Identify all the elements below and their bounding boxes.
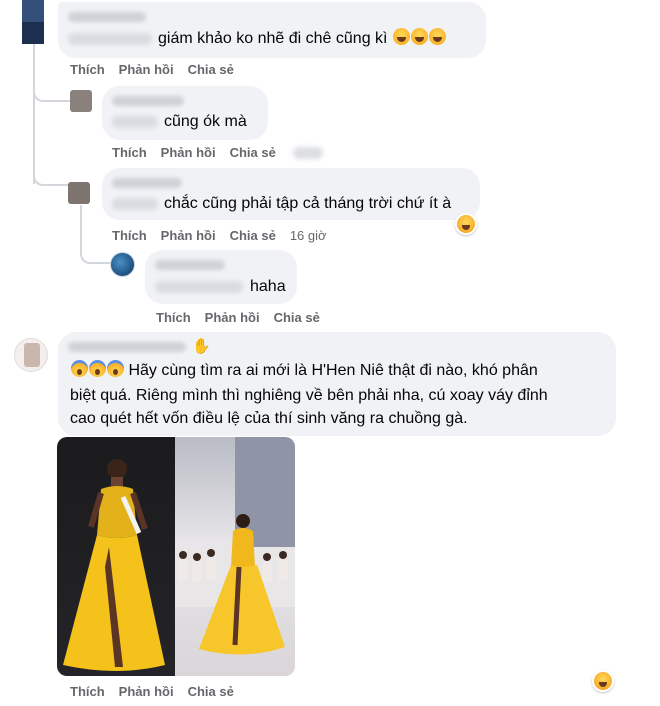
share-button[interactable]: Chia sẻ	[230, 145, 276, 160]
comment-text: Hãy cùng tìm ra ai mới là H'Hen Niê thật…	[70, 360, 538, 382]
yellow-gown-figure	[63, 459, 165, 671]
corner-avatar	[22, 0, 44, 44]
reply-button[interactable]: Phản hồi	[205, 310, 260, 325]
reply-button[interactable]: Phản hồi	[119, 684, 174, 699]
thread-line	[80, 205, 82, 245]
like-button[interactable]: Thích	[156, 310, 191, 325]
avatar[interactable]	[68, 182, 90, 204]
commenter-name[interactable]	[112, 178, 182, 188]
haha-reaction-icon[interactable]	[592, 670, 614, 692]
comment-text-line: cao quét hết vốn điều lệ của thí sinh vă…	[70, 410, 468, 427]
commenter-name[interactable]	[68, 12, 146, 22]
comment-actions: Thích Phản hồi Chia sẻ	[112, 145, 337, 160]
share-button[interactable]: Chia sẻ	[188, 62, 234, 77]
comment-time[interactable]: 16 giờ	[290, 228, 327, 243]
share-button[interactable]: Chia sẻ	[188, 684, 234, 699]
avatar[interactable]	[70, 90, 92, 112]
blurred-text	[68, 33, 152, 45]
reply-button[interactable]: Phản hồi	[161, 145, 216, 160]
photo-left-half	[57, 437, 175, 676]
haha-reaction-icon[interactable]	[455, 213, 477, 235]
commenter-name[interactable]	[155, 260, 225, 270]
comment-actions: Thích Phản hồi Chia sẻ	[70, 684, 248, 699]
waving-hand-icon: ✋	[192, 338, 211, 355]
runway-scene	[175, 437, 295, 655]
screaming-emoji	[107, 360, 124, 377]
like-button[interactable]: Thích	[70, 62, 105, 77]
thread-branch	[33, 82, 71, 102]
share-button[interactable]: Chia sẻ	[230, 228, 276, 243]
laughing-tears-emoji	[410, 28, 428, 45]
comment-actions: Thích Phản hồi Chia sẻ	[70, 62, 248, 77]
comment-actions: Thích Phản hồi Chia sẻ	[156, 310, 334, 325]
share-button[interactable]: Chia sẻ	[274, 310, 320, 325]
photo-right-half	[175, 437, 295, 676]
like-button[interactable]: Thích	[70, 684, 105, 699]
comment-text: cũng ók mà	[164, 113, 247, 130]
commenter-name[interactable]	[112, 96, 184, 106]
like-button[interactable]: Thích	[112, 228, 147, 243]
laughing-tears-emoji	[428, 28, 446, 45]
blurred-text	[112, 198, 158, 210]
screaming-emoji	[89, 360, 106, 377]
thread-line	[33, 44, 35, 184]
comment-text: chắc cũng phải tập cả tháng trời chứ ít …	[164, 195, 452, 212]
screaming-emoji	[71, 360, 88, 377]
blurred-text	[155, 281, 243, 293]
comment-text: giám khảo ko nhẽ đi chê cũng kì	[158, 28, 446, 50]
reply-button[interactable]: Phản hồi	[119, 62, 174, 77]
avatar[interactable]	[110, 252, 135, 277]
comment-text: haha	[250, 278, 286, 295]
laughing-tears-emoji	[392, 28, 410, 45]
blurred-text	[112, 116, 158, 128]
blurred-time	[293, 147, 324, 159]
reply-button[interactable]: Phản hồi	[161, 228, 216, 243]
commenter-name[interactable]	[68, 342, 186, 352]
comment-photo[interactable]	[57, 437, 295, 676]
like-button[interactable]: Thích	[112, 145, 147, 160]
thread-branch	[33, 166, 71, 186]
comment-text-line: biệt quá. Riêng mình thì nghiêng về bên …	[70, 387, 548, 404]
comment-actions: Thích Phản hồi Chia sẻ 16 giờ	[112, 228, 341, 243]
avatar[interactable]	[14, 338, 48, 372]
thread-branch	[80, 240, 110, 264]
